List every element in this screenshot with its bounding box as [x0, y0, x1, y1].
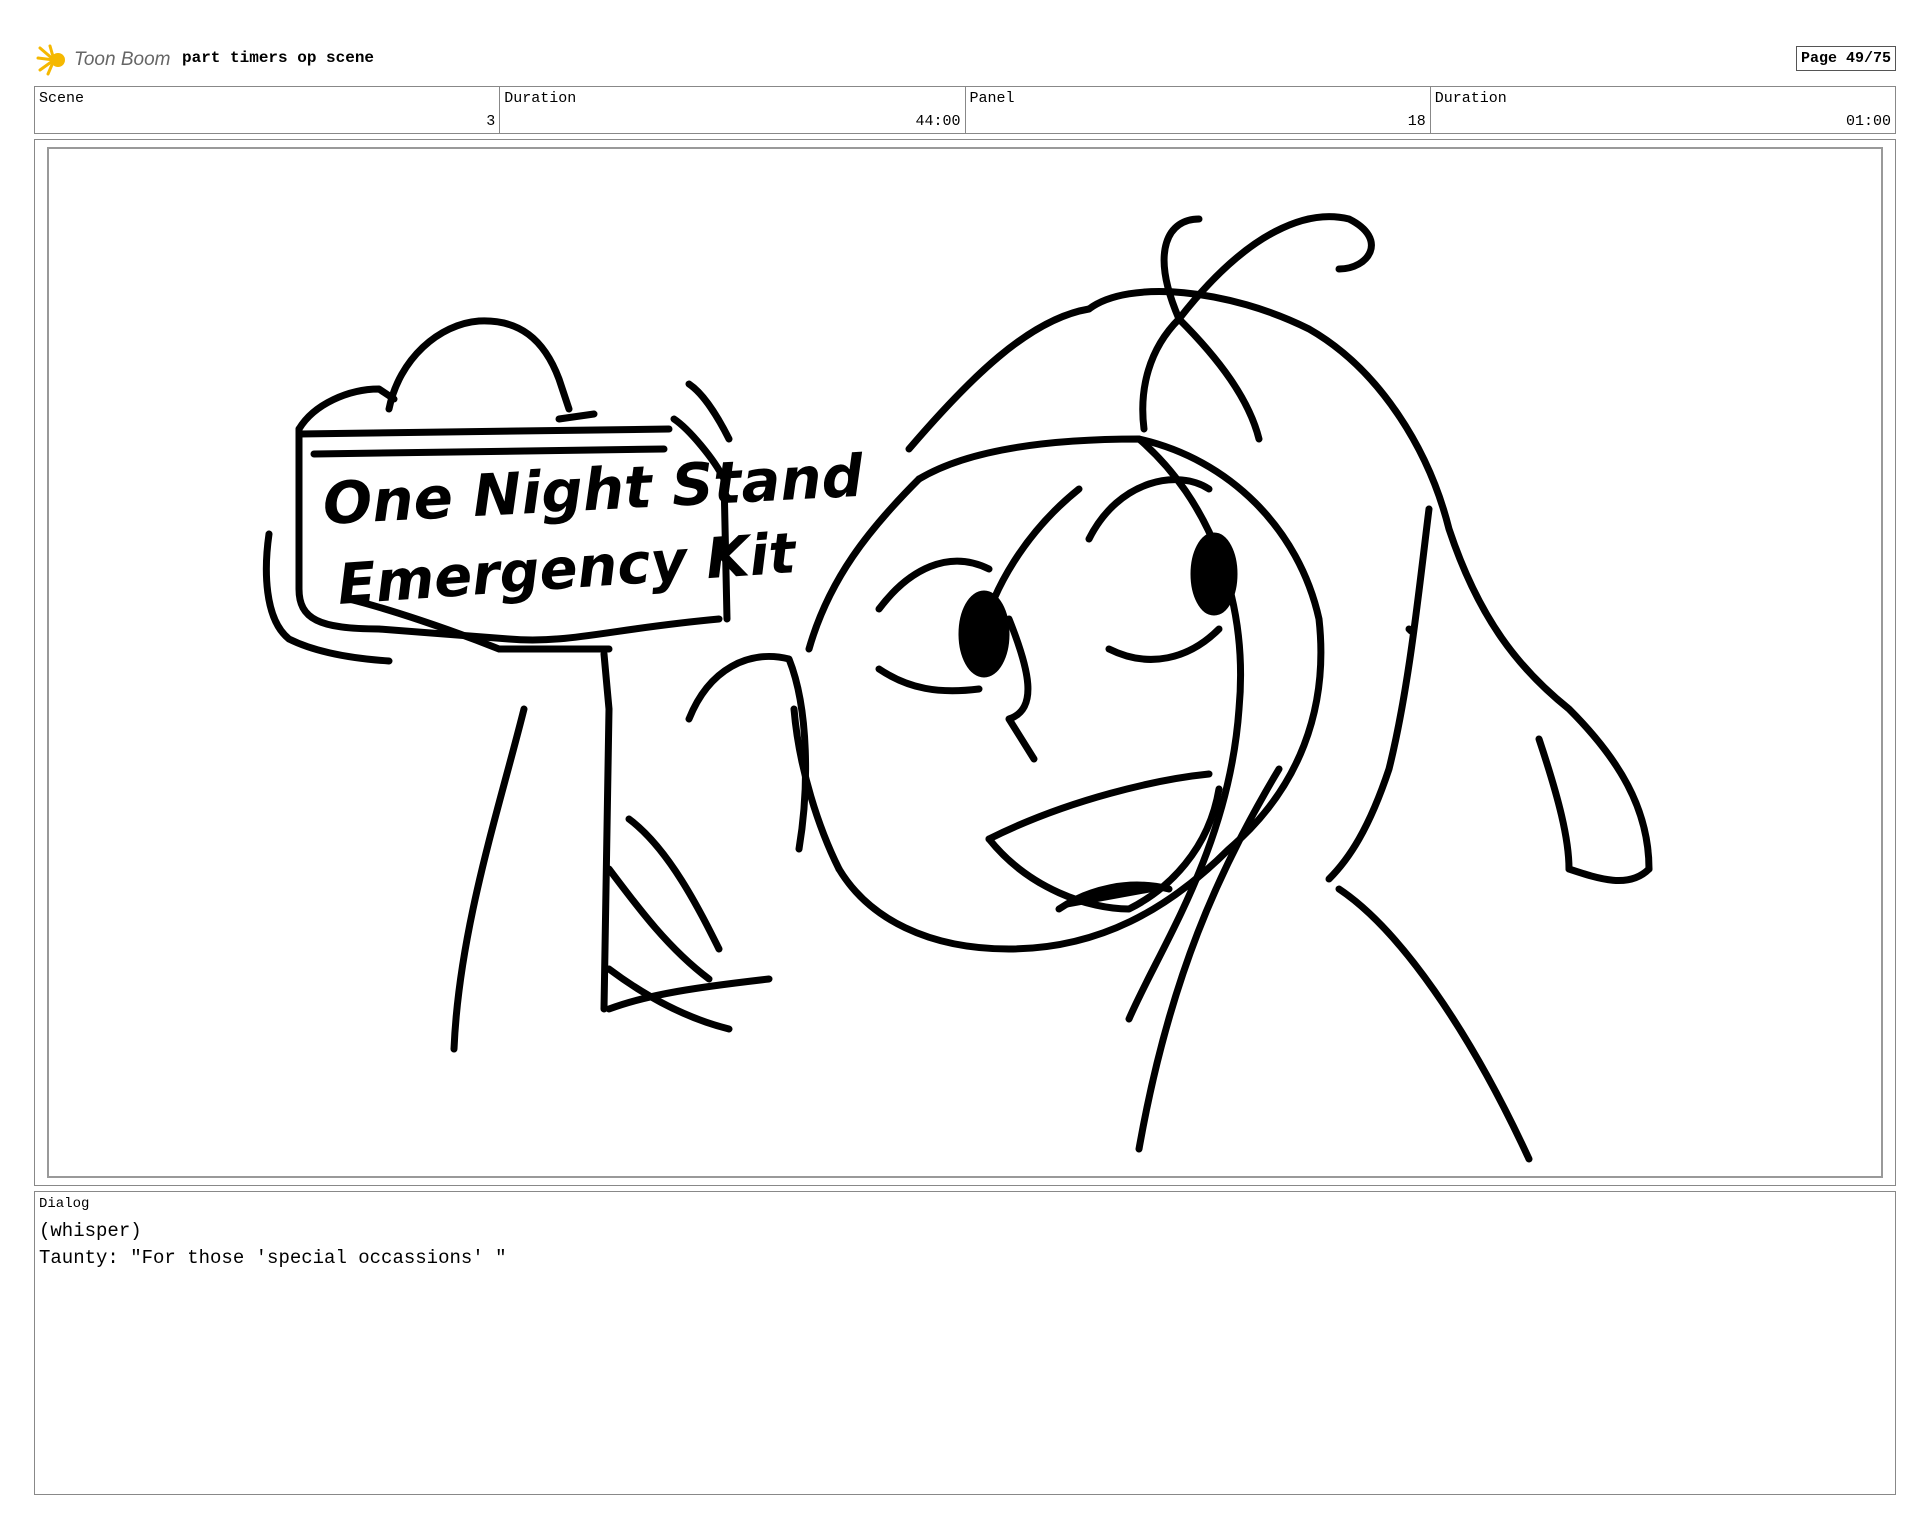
panel-label: Panel: [969, 90, 1015, 107]
sun-burst-icon: [36, 44, 65, 76]
panel-duration-cell: Duration 01:00: [1431, 87, 1895, 133]
scene-value: 3: [486, 113, 496, 130]
page-indicator: Page 49/75: [1795, 46, 1896, 71]
dialog-box: Dialog (whisper) Taunty: "For those 'spe…: [34, 1191, 1896, 1495]
storyboard-header: Toon Boom part timers op scene Page 49/7…: [36, 40, 1896, 76]
dialog-line: Taunty: "For those 'special occassions' …: [39, 1247, 507, 1269]
scene-duration-label: Duration: [504, 90, 577, 107]
scene-duration-cell: Duration 44:00: [500, 87, 966, 133]
scene-info-row: Scene 3 Duration 44:00 Panel 18 Duration…: [34, 86, 1896, 134]
panel-frame: One Night Stand Emergency Kit: [34, 139, 1896, 1186]
panel-value: 18: [1407, 113, 1426, 130]
panel-duration-value: 01:00: [1845, 113, 1891, 130]
emergency-kit-drawing: One Night Stand Emergency Kit: [295, 317, 865, 644]
panel-cell: Panel 18: [966, 87, 1431, 133]
dialog-text: (whisper) Taunty: "For those 'special oc…: [39, 1218, 506, 1272]
toon-boom-logo: Toon Boom: [36, 44, 170, 76]
dialog-line: (whisper): [39, 1220, 142, 1242]
panel-duration-label: Duration: [1434, 90, 1507, 107]
project-title: part timers op scene: [182, 49, 375, 67]
dialog-label: Dialog: [39, 1196, 90, 1212]
scene-cell: Scene 3: [35, 87, 501, 133]
storyboard-sketch: One Night Stand Emergency Kit: [262, 213, 1653, 1163]
scene-duration-value: 44:00: [915, 113, 961, 130]
scene-label: Scene: [39, 90, 85, 107]
logo-text: Toon Boom: [74, 49, 171, 70]
panel-image-area: One Night Stand Emergency Kit: [47, 147, 1883, 1178]
character-drawing: [605, 213, 1653, 1163]
